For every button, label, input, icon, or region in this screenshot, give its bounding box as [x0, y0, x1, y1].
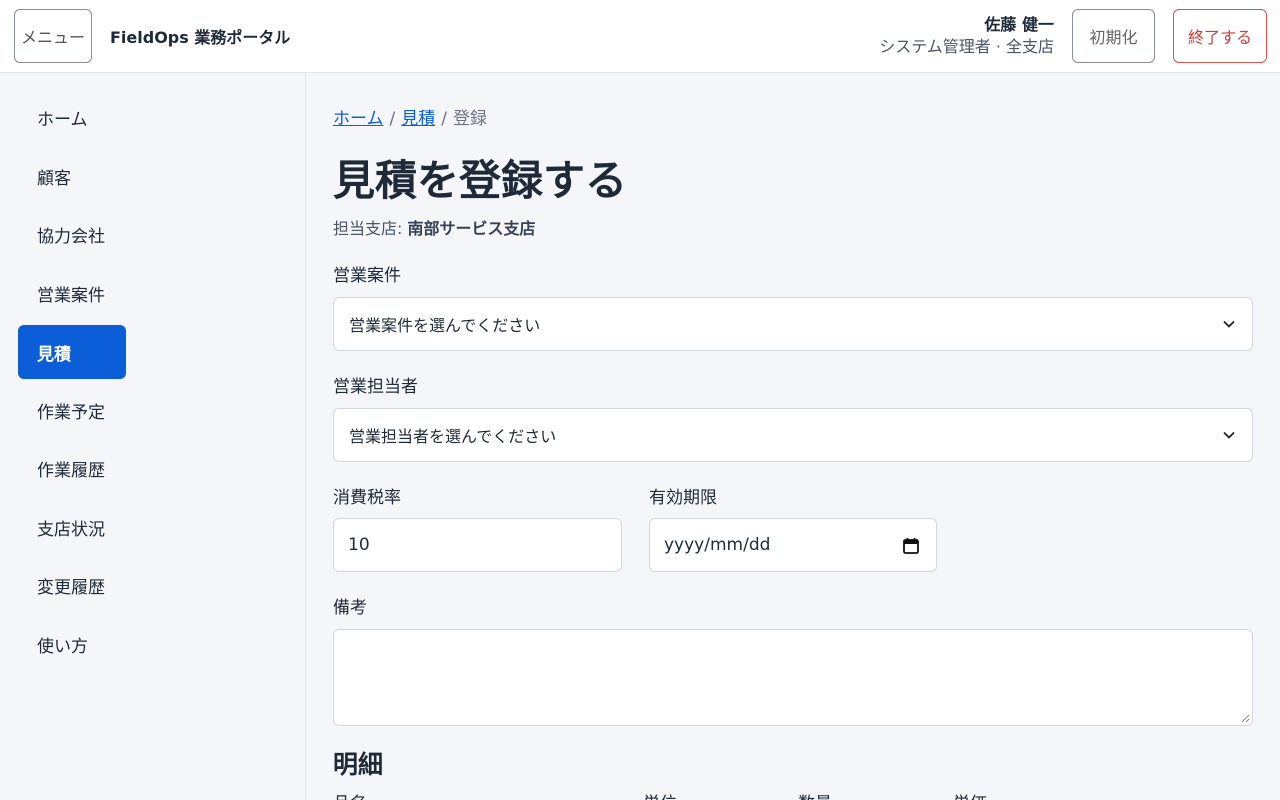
expiry-label: 有効期限 — [649, 488, 717, 508]
deal-select-value: 営業案件を選んでください — [349, 316, 541, 335]
breadcrumb-separator: / — [389, 109, 396, 129]
breadcrumb-home-link[interactable]: ホーム — [333, 109, 384, 129]
main-content: ホーム / 見積 / 登録 見積を登録する 担当支店: 南部サービス支店 営業案件 営業… — [306, 73, 1280, 800]
chevron-down-icon — [1223, 431, 1235, 439]
breadcrumb-separator: / — [441, 109, 447, 129]
chevron-down-icon — [1223, 320, 1235, 328]
sidebar-item-help[interactable]: 使い方 — [18, 617, 126, 671]
user-name: 佐藤 健一 — [984, 15, 1054, 34]
sidebar-item-home[interactable]: ホーム — [18, 90, 126, 144]
rep-select-value: 営業担当者を選んでください — [349, 427, 557, 446]
sidebar-item-work-history[interactable]: 作業履歴 — [18, 441, 126, 495]
app-title: FieldOps 業務ポータル — [110, 28, 291, 47]
column-header-item: 品名 — [333, 789, 367, 800]
app-header: メニュー FieldOps 業務ポータル 佐藤 健一 システム管理者 · 全支店… — [0, 0, 1280, 73]
exit-button[interactable]: 終了する — [1173, 9, 1267, 63]
page-title: 見積を登録する — [333, 156, 628, 205]
branch-name: 南部サービス支店 — [407, 219, 536, 238]
deal-label: 営業案件 — [333, 266, 401, 286]
column-header-unit: 単位 — [643, 789, 677, 800]
breadcrumb-estimates-link[interactable]: 見積 — [401, 109, 435, 129]
notes-label: 備考 — [333, 598, 367, 618]
reset-button[interactable]: 初期化 — [1072, 9, 1155, 63]
breadcrumb: ホーム / 見積 / 登録 — [333, 104, 487, 129]
sidebar-item-estimates[interactable]: 見積 — [18, 325, 126, 379]
tax-rate-input[interactable]: 10 — [333, 518, 622, 572]
breadcrumb-current: 登録 — [452, 109, 487, 129]
deal-select[interactable]: 営業案件を選んでください — [333, 297, 1253, 351]
user-role: システム管理者 · 全支店 — [879, 37, 1054, 56]
branch-prefix: 担当支店: — [333, 219, 403, 238]
rep-select[interactable]: 営業担当者を選んでください — [333, 408, 1253, 462]
resize-handle-icon[interactable] — [1241, 714, 1250, 723]
sidebar-item-change-log[interactable]: 変更履歴 — [18, 558, 126, 612]
user-info: 佐藤 健一 システム管理者 · 全支店 — [879, 14, 1054, 58]
calendar-icon[interactable] — [902, 537, 920, 555]
sidebar-item-schedule[interactable]: 作業予定 — [18, 383, 126, 437]
branch-info: 担当支店: 南部サービス支店 — [333, 215, 536, 239]
sidebar-item-deals[interactable]: 営業案件 — [18, 266, 126, 320]
expiry-date-input[interactable]: yyyy/mm/dd — [649, 518, 937, 572]
sidebar-item-branch-status[interactable]: 支店状況 — [18, 500, 126, 554]
sidebar: ホーム 顧客 協力会社 営業案件 見積 作業予定 作業履歴 支店状況 変更履歴 … — [0, 73, 306, 800]
column-header-unit-price: 単価 — [953, 789, 987, 800]
details-title: 明細 — [333, 750, 384, 779]
tax-label: 消費税率 — [333, 488, 401, 508]
sidebar-item-partners[interactable]: 協力会社 — [18, 207, 126, 261]
rep-label: 営業担当者 — [333, 377, 418, 397]
expiry-date-placeholder: yyyy/mm/dd — [664, 535, 771, 555]
menu-button[interactable]: メニュー — [14, 9, 92, 63]
sidebar-item-customers[interactable]: 顧客 — [18, 149, 126, 203]
column-header-quantity: 数量 — [798, 789, 832, 800]
notes-textarea[interactable] — [333, 629, 1253, 726]
